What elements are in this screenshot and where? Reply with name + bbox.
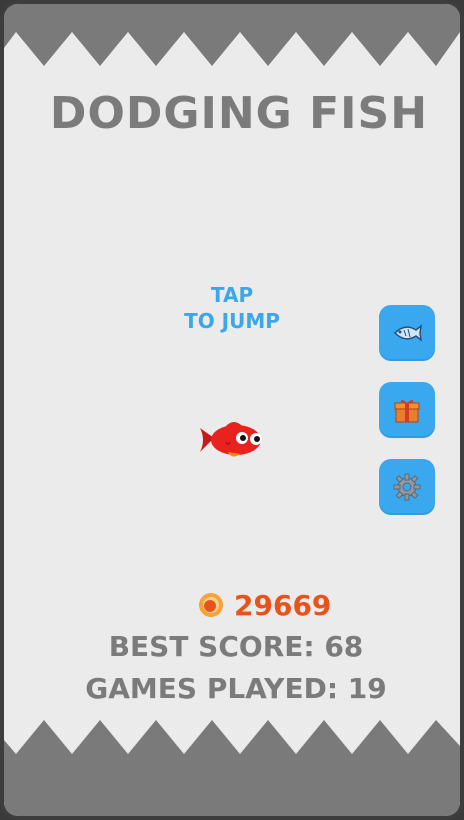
fish-shop-button[interactable] <box>379 305 435 361</box>
settings-button[interactable] <box>379 459 435 515</box>
device-frame: DODGING FISH TAP TO JUMP 29669 BEST SCOR… <box>0 0 464 820</box>
gift-button[interactable] <box>379 382 435 438</box>
coin-icon <box>199 593 223 617</box>
player-fish <box>200 422 262 457</box>
gift-icon <box>394 399 420 423</box>
best-score: BEST SCORE: 68 <box>108 630 364 663</box>
coin-counter: 29669 <box>198 588 331 622</box>
top-spikes <box>4 4 460 66</box>
game-screen[interactable]: DODGING FISH TAP TO JUMP 29669 BEST SCOR… <box>4 4 460 816</box>
gear-icon <box>393 473 421 501</box>
fish-icon <box>393 324 422 342</box>
coin-value: 29669 <box>234 588 332 622</box>
bottom-spikes <box>4 720 460 816</box>
games-played: GAMES PLAYED: 19 <box>85 672 387 705</box>
game-title: DODGING FISH <box>49 88 429 139</box>
